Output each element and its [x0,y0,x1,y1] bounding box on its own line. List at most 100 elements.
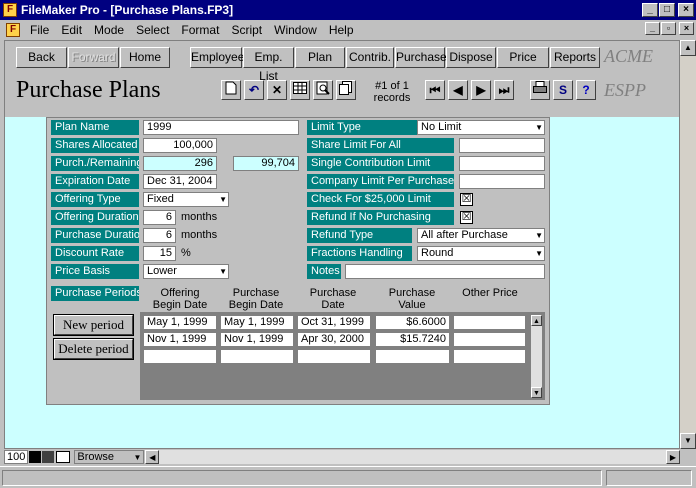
first-record-icon[interactable]: ⏮ [425,80,445,100]
last-record-icon[interactable]: ⏭ [494,80,514,100]
back-button[interactable]: Back [16,47,67,68]
menu-mode[interactable]: Mode [88,23,130,37]
doc-restore-button[interactable]: ▫ [661,22,676,35]
emp-list-button[interactable]: Emp. List [243,47,294,83]
window-vertical-scrollbar[interactable]: ▲ ▼ [680,40,696,449]
scroll-up-icon[interactable]: ▲ [680,40,696,56]
row3-offering-begin[interactable] [143,349,217,364]
refund-type-select[interactable]: All after Purchase ▼ [417,228,545,243]
refund-type-value: All after Purchase [421,229,508,241]
maximize-button[interactable]: □ [659,3,675,17]
menu-edit[interactable]: Edit [55,23,88,37]
doc-minimize-button[interactable]: _ [645,22,660,35]
home-button[interactable]: Home [120,47,170,68]
forward-button[interactable]: Forward [68,47,119,68]
title-bar: F FileMaker Pro - [Purchase Plans.FP3] _… [0,0,696,20]
company-limit-field[interactable] [459,174,545,189]
price-button[interactable]: Price [497,47,549,68]
minimize-button[interactable]: _ [642,3,658,17]
row2-other-price[interactable] [453,332,526,347]
plan-button[interactable]: Plan [295,47,345,68]
print-icon[interactable] [530,80,550,100]
status-area-toggle-icon[interactable] [56,451,71,463]
reports-button[interactable]: Reports [550,47,600,68]
offering-duration-field[interactable]: 6 [143,210,176,225]
scroll-down-icon[interactable]: ▼ [531,387,542,398]
refund-no-purchasing-checkbox[interactable]: ☒ [460,211,473,224]
expiration-date-field[interactable]: Dec 31, 2004 [143,174,217,189]
notes-field[interactable] [345,264,545,279]
row1-purchase-date[interactable]: Oct 31, 1999 [297,315,371,330]
help-icon[interactable]: ? [576,80,596,100]
espp-logo: ESPP [604,80,646,100]
previous-record-icon[interactable]: ◀ [448,80,468,100]
employee-button[interactable]: Employee [190,47,244,68]
check-25000-checkbox[interactable]: ☒ [460,193,473,206]
row1-offering-begin[interactable]: May 1, 1999 [143,315,217,330]
offering-begin-header-line2: Begin Date [152,299,208,311]
dispose-button[interactable]: Dispose [446,47,496,68]
remaining-field: 99,704 [233,156,299,171]
limit-type-select[interactable]: No Limit ▼ [417,120,545,135]
row3-purchase-begin[interactable] [220,349,294,364]
offering-type-select[interactable]: Fixed ▼ [143,192,229,207]
row2-purchase-value[interactable]: $15.7240 [375,332,450,347]
menu-window[interactable]: Window [268,23,323,37]
zoom-level[interactable]: 100 [4,450,29,464]
plan-name-field[interactable]: 1999 [143,120,299,135]
copy-icon[interactable] [336,80,356,100]
scroll-right-icon[interactable]: ▶ [666,450,680,464]
new-record-icon[interactable] [221,80,241,100]
shares-allocated-field[interactable]: 100,000 [143,138,217,153]
script-icon[interactable]: S [553,80,573,100]
mode-select[interactable]: Browse ▼ [74,450,145,464]
fractions-handling-select[interactable]: Round ▼ [417,246,545,261]
menu-select[interactable]: Select [130,23,175,37]
share-limit-label: Share Limit For All [307,138,454,153]
menu-file[interactable]: File [24,23,55,37]
share-limit-field[interactable] [459,138,545,153]
undo-icon[interactable]: ↶ [244,80,264,100]
contrib-button[interactable]: Contrib. [346,47,394,68]
next-record-icon[interactable]: ▶ [471,80,491,100]
filemaker-icon[interactable]: F [3,3,17,17]
delete-period-button[interactable]: Delete period [53,338,134,360]
discount-rate-field[interactable]: 15 [143,246,176,261]
horizontal-scroll-track[interactable] [159,450,666,464]
chevron-down-icon: ▼ [219,195,227,204]
purchase-date-header: Purchase Date [296,287,370,311]
row3-purchase-date[interactable] [297,349,371,364]
scroll-up-icon[interactable]: ▲ [531,315,542,326]
row3-other-price[interactable] [453,349,526,364]
row1-purchase-begin[interactable]: May 1, 1999 [220,315,294,330]
row2-purchase-date[interactable]: Apr 30, 2000 [297,332,371,347]
menu-script[interactable]: Script [225,23,268,37]
purchase-duration-label: Purchase Duration [51,228,139,243]
price-basis-value: Lower [147,265,177,277]
delete-icon[interactable]: ✕ [267,80,287,100]
zoom-in-icon[interactable] [42,451,55,463]
new-period-button[interactable]: New period [53,314,134,336]
doc-close-button[interactable]: × [679,22,694,35]
discount-rate-label: Discount Rate [51,246,139,261]
row2-purchase-begin[interactable]: Nov 1, 1999 [220,332,294,347]
single-contribution-limit-field[interactable] [459,156,545,171]
purchase-button[interactable]: Purchase [395,47,447,68]
menu-format[interactable]: Format [175,23,225,37]
purchase-value-header: Purchase Value [374,287,450,311]
row2-offering-begin[interactable]: Nov 1, 1999 [143,332,217,347]
zoom-out-icon[interactable] [29,451,42,463]
find-icon[interactable] [313,80,333,100]
row1-purchase-value[interactable]: $6.6000 [375,315,450,330]
portal-scrollbar[interactable]: ▲ ▼ [530,314,543,399]
document-icon[interactable]: F [6,23,20,37]
table-view-icon[interactable] [290,80,310,100]
row3-purchase-value[interactable] [375,349,450,364]
scroll-down-icon[interactable]: ▼ [680,433,696,449]
close-button[interactable]: × [678,3,694,17]
scroll-left-icon[interactable]: ◀ [145,450,160,464]
menu-help[interactable]: Help [323,23,360,37]
purchase-duration-field[interactable]: 6 [143,228,176,243]
price-basis-select[interactable]: Lower ▼ [143,264,229,279]
row1-other-price[interactable] [453,315,526,330]
